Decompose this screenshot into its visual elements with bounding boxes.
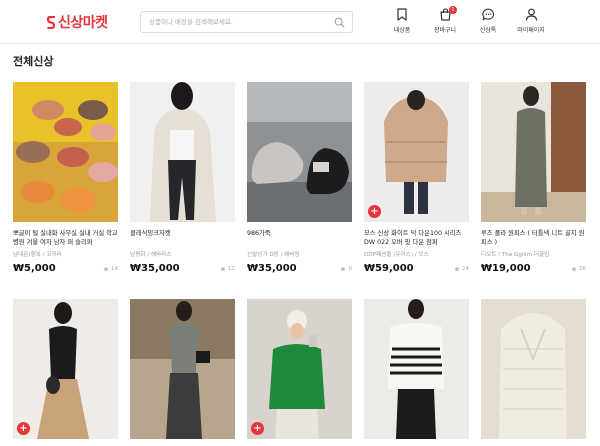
product-seller[interactable]: 남평화 / 해바라스 — [130, 250, 235, 258]
logo[interactable]: 신상마켓 — [47, 12, 108, 32]
product-title[interactable]: 모스 신상 화이트 덕 다운100 시리즈 DW 022 오버 핏 다운 점퍼 — [364, 229, 469, 247]
product-likes: 12 — [220, 266, 235, 272]
product-image[interactable] — [13, 82, 118, 222]
nav-label: 마이페이지 — [517, 27, 545, 34]
nav-my-page[interactable]: 마이페이지 — [506, 8, 556, 34]
product-image[interactable] — [247, 82, 352, 222]
product-price: ₩5,000 — [13, 263, 56, 274]
product-price: ₩35,000 — [247, 263, 297, 274]
product-card[interactable] — [364, 299, 469, 439]
top-header: 신상마켓 내상품 1 장바구니 신상톡 — [0, 0, 600, 44]
product-seller[interactable]: 남대문(행복 / 코끼리 — [13, 250, 118, 258]
product-price: ₩19,000 — [481, 263, 531, 274]
star-icon — [454, 265, 460, 272]
bookmark-icon — [397, 8, 407, 21]
product-title[interactable]: 루즈 폴라 원피스 ( 터틀넥 니트 골지 원피스 ) — [481, 229, 586, 247]
star-icon — [571, 265, 577, 272]
product-likes: 0 — [340, 266, 352, 272]
product-image[interactable]: + — [247, 299, 352, 439]
product-likes: 24 — [454, 266, 469, 272]
likes-count: 0 — [348, 265, 352, 272]
product-image[interactable] — [481, 299, 586, 439]
product-card[interactable]: 클래식밍크자켓 남평화 / 해바라스 ₩35,000 12 — [130, 82, 235, 274]
logo-text: 신상마켓 — [58, 15, 108, 31]
product-title[interactable]: 986가죽 — [247, 229, 352, 247]
likes-count: 14 — [110, 265, 118, 272]
product-card[interactable]: 뽀글이 털 실내화 사무실 실내 거실 학교 병원 겨울 여자 남자 퍼 슬리퍼… — [13, 82, 118, 274]
plus-badge: + — [251, 422, 264, 435]
plus-badge: + — [368, 205, 381, 218]
product-seller[interactable]: DDP패션몰 (유어스) / 모스 — [364, 250, 469, 258]
star-icon — [340, 265, 347, 272]
search-bar — [140, 11, 353, 33]
likes-count: 26 — [578, 265, 586, 272]
likes-count: 12 — [227, 265, 235, 272]
product-likes: 14 — [103, 266, 118, 272]
product-card[interactable]: 986가죽 신발상가 D동 / 해바링 ₩35,000 0 — [247, 82, 352, 274]
product-price: ₩59,000 — [364, 263, 414, 274]
search-icon[interactable] — [334, 17, 345, 28]
user-icon — [525, 8, 537, 21]
logo-mark-icon — [47, 15, 56, 29]
star-icon — [220, 265, 226, 272]
section-title: 전체신상 — [13, 55, 54, 68]
product-title[interactable]: 클래식밍크자켓 — [130, 229, 235, 247]
product-image[interactable] — [130, 299, 235, 439]
product-seller[interactable]: 디오트 / The Ggilim 더끌림 — [481, 250, 586, 258]
star-icon — [103, 265, 109, 272]
product-card[interactable]: 루즈 폴라 원피스 ( 터틀넥 니트 골지 원피스 ) 디오트 / The Gg… — [481, 82, 586, 274]
product-card[interactable] — [130, 299, 235, 439]
product-card[interactable]: + — [13, 299, 118, 439]
product-image[interactable] — [481, 82, 586, 222]
product-card[interactable]: + 모스 신상 화이트 덕 다운100 시리즈 DW 022 오버 핏 다운 점… — [364, 82, 469, 274]
product-price: ₩35,000 — [130, 263, 180, 274]
product-image[interactable]: + — [13, 299, 118, 439]
product-seller[interactable]: 신발상가 D동 / 해바링 — [247, 250, 352, 258]
product-image[interactable] — [130, 82, 235, 222]
product-title[interactable]: 뽀글이 털 실내화 사무실 실내 거실 학교 병원 겨울 여자 남자 퍼 슬리퍼 — [13, 229, 118, 247]
plus-badge: + — [17, 422, 30, 435]
product-image[interactable]: + — [364, 82, 469, 222]
chat-icon — [481, 8, 494, 21]
product-image[interactable] — [364, 299, 469, 439]
product-likes: 26 — [571, 266, 586, 272]
likes-count: 24 — [461, 265, 469, 272]
product-card[interactable] — [481, 299, 586, 439]
search-input[interactable] — [141, 12, 331, 32]
product-card[interactable]: + — [247, 299, 352, 439]
cart-count-badge: 1 — [449, 6, 457, 14]
